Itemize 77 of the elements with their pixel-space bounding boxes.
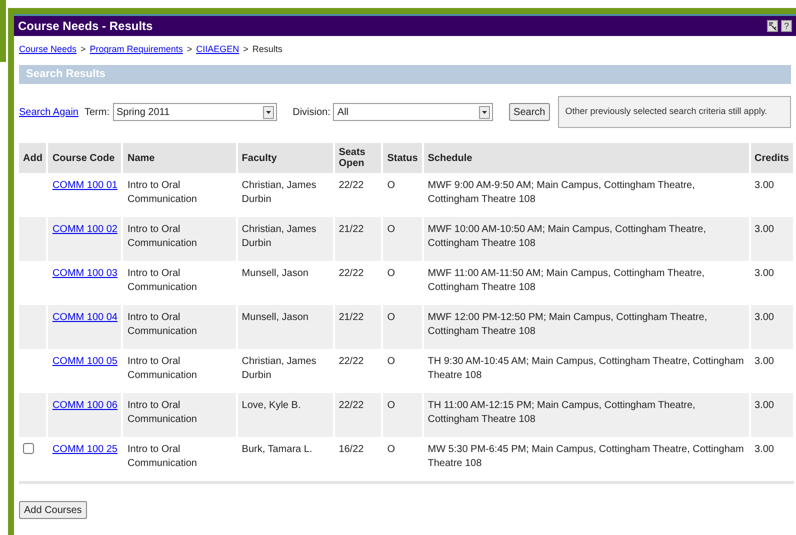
seats-open: 16/22 [338, 444, 364, 455]
seats-open: 22/22 [338, 268, 364, 279]
seats-open: 21/22 [338, 224, 364, 235]
credits-value: 3.00 [754, 312, 774, 323]
status-code: O [387, 312, 395, 323]
faculty-name: Love, Kyle B. [242, 399, 302, 413]
schedule-text: MWF 11:00 AM-11:50 AM; Main Campus, Cottingham Theatre, Cottingham Theatre 108 [428, 268, 705, 293]
course-name: Intro to Oral Communication [127, 267, 198, 295]
schedule-text: MWF 12:00 PM-12:50 PM; Main Campus, Cottingham Theatre, Cottingham Theatre 108 [428, 312, 708, 337]
faculty-name: Christian, James Durbin [242, 223, 318, 251]
status-code: O [387, 268, 395, 279]
column-header: Add [23, 152, 42, 164]
column-header: Faculty [242, 152, 277, 164]
breadcrumb-separator: > [186, 43, 192, 56]
credits-value: 3.00 [754, 268, 774, 279]
schedule-text: MW 5:30 PM-6:45 PM; Main Campus, Cottingham Theatre, Cottingham Theatre 108 [428, 444, 744, 469]
faculty-name: Munsell, Jason [242, 311, 310, 325]
column-header: Course Code [52, 152, 115, 164]
credits-value: 3.00 [754, 180, 774, 191]
window-title: Course Needs - Results [18, 18, 153, 35]
faculty-name: Munsell, Jason [242, 267, 310, 281]
add-checkbox[interactable] [23, 443, 34, 454]
breadcrumb-separator: > [243, 43, 248, 56]
credits-value: 3.00 [754, 444, 774, 455]
course-name: Intro to Oral Communication [127, 399, 198, 427]
course-name: Intro to Oral Communication [127, 443, 198, 471]
breadcrumb-link[interactable]: CIIAEGEN [196, 43, 240, 57]
schedule-text: TH 11:00 AM-12:15 PM; Main Campus, Cottingham Theatre, Cottingham Theatre 108 [428, 400, 696, 425]
status-code: O [387, 356, 395, 367]
search-again-link[interactable]: Search Again [19, 104, 78, 120]
status-code: O [387, 180, 395, 191]
course-name: Intro to Oral Communication [127, 355, 198, 383]
course-code-link[interactable]: COMM 100 01 [52, 180, 118, 191]
column-header: Name [127, 152, 155, 164]
course-code-link[interactable]: COMM 100 06 [52, 400, 118, 411]
seats-open: 22/22 [338, 180, 364, 191]
seats-open: 21/22 [338, 312, 364, 323]
schedule-text: MWF 10:00 AM-10:50 AM; Main Campus, Cottingham Theatre, Cottingham Theatre 108 [428, 224, 706, 249]
search-button[interactable]: Search [508, 103, 550, 121]
faculty-name: Christian, James Durbin [242, 179, 318, 207]
course-code-link[interactable]: COMM 100 04 [52, 312, 118, 323]
column-header: Seats Open [338, 147, 366, 169]
column-header: Schedule [428, 152, 472, 164]
course-code-link[interactable]: COMM 100 03 [52, 268, 118, 279]
column-header: Credits [754, 152, 789, 164]
credits-value: 3.00 [754, 224, 774, 235]
breadcrumb-link[interactable]: Course Needs [19, 43, 77, 57]
course-code-link[interactable]: COMM 100 25 [52, 444, 118, 455]
course-name: Intro to Oral Communication [127, 179, 198, 207]
credits-value: 3.00 [754, 356, 774, 367]
info-note: Other previously selected search criteria still apply. [558, 96, 791, 128]
schedule-text: TH 9:30 AM-10:45 AM; Main Campus, Cottingham Theatre, Cottingham Theatre 108 [428, 356, 744, 381]
faculty-name: Burk, Tamara L. [242, 443, 314, 457]
credits-value: 3.00 [754, 400, 774, 411]
status-code: O [387, 224, 395, 235]
division-label: Division: [292, 106, 330, 120]
term-dropdown[interactable]: Spring 2011 [112, 103, 277, 121]
breadcrumb-separator: > [80, 43, 86, 56]
add-courses-button[interactable]: Add Courses [19, 501, 87, 519]
status-code: O [387, 444, 395, 455]
seats-open: 22/22 [338, 356, 364, 367]
term-label: Term: [84, 106, 110, 120]
section-title: Search Results [26, 67, 106, 82]
course-name: Intro to Oral Communication [127, 223, 198, 251]
schedule-text: MWF 9:00 AM-9:50 AM; Main Campus, Cottingham Theatre, Cottingham Theatre 108 [428, 180, 695, 205]
division-dropdown[interactable]: All [333, 103, 493, 121]
help-icon[interactable]: ? [781, 20, 792, 32]
breadcrumb-current: Results [252, 43, 282, 56]
faculty-name: Christian, James Durbin [242, 355, 318, 383]
course-name: Intro to Oral Communication [127, 311, 198, 339]
status-code: O [387, 400, 395, 411]
column-header: Status [387, 152, 418, 164]
breadcrumb-link[interactable]: Program Requirements [90, 43, 183, 57]
tools-icon[interactable] [767, 20, 778, 32]
course-code-link[interactable]: COMM 100 02 [52, 224, 118, 235]
seats-open: 22/22 [338, 400, 364, 411]
course-code-link[interactable]: COMM 100 05 [52, 356, 118, 367]
